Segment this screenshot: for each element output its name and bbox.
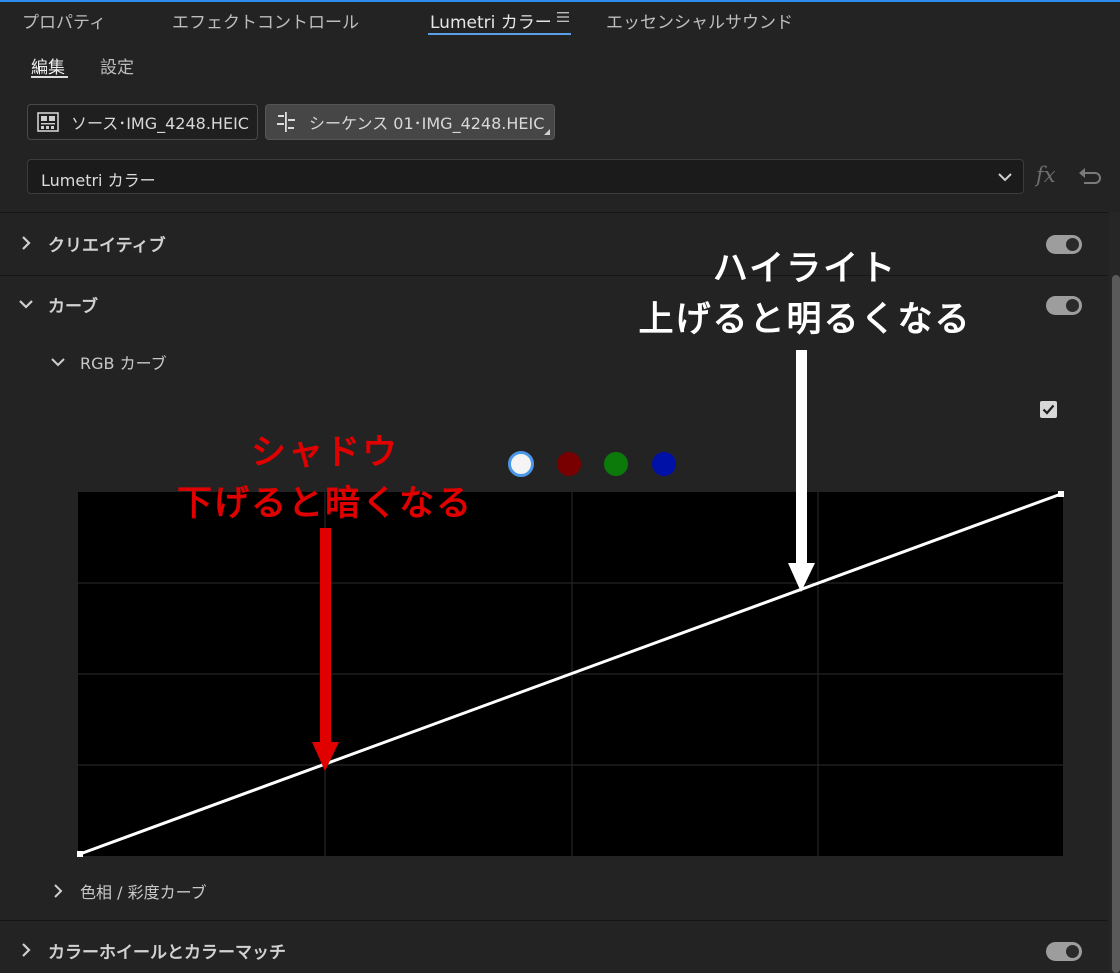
color-wheels-toggle[interactable] [1046,942,1082,961]
shadow-annotation-title: シャドウ [250,433,399,473]
section-color-wheels-label: カラーホイールとカラーマッチ [48,942,286,963]
highlight-annotation: ハイライト 上げると明るくなる [600,244,1010,346]
subsection-hue-sat-curve[interactable]: 色相 / 彩度カーブ [50,877,207,905]
section-color-wheels[interactable]: カラーホイールとカラーマッチ [18,936,286,964]
highlight-annotation-text: 上げると明るくなる [638,300,972,340]
curve-white-point[interactable] [1058,491,1064,497]
highlight-annotation-title: ハイライト [712,249,898,289]
chevron-right-icon [54,884,63,898]
chevron-right-icon [22,943,31,957]
divider [0,920,1108,921]
curve-black-point[interactable] [77,851,83,857]
shadow-annotation-text: 下げると暗くなる [176,484,473,524]
shadow-annotation: シャドウ 下げると暗くなる [140,428,510,530]
hue-sat-curve-label: 色相 / 彩度カーブ [80,883,207,902]
toggle-knob [1066,945,1079,958]
